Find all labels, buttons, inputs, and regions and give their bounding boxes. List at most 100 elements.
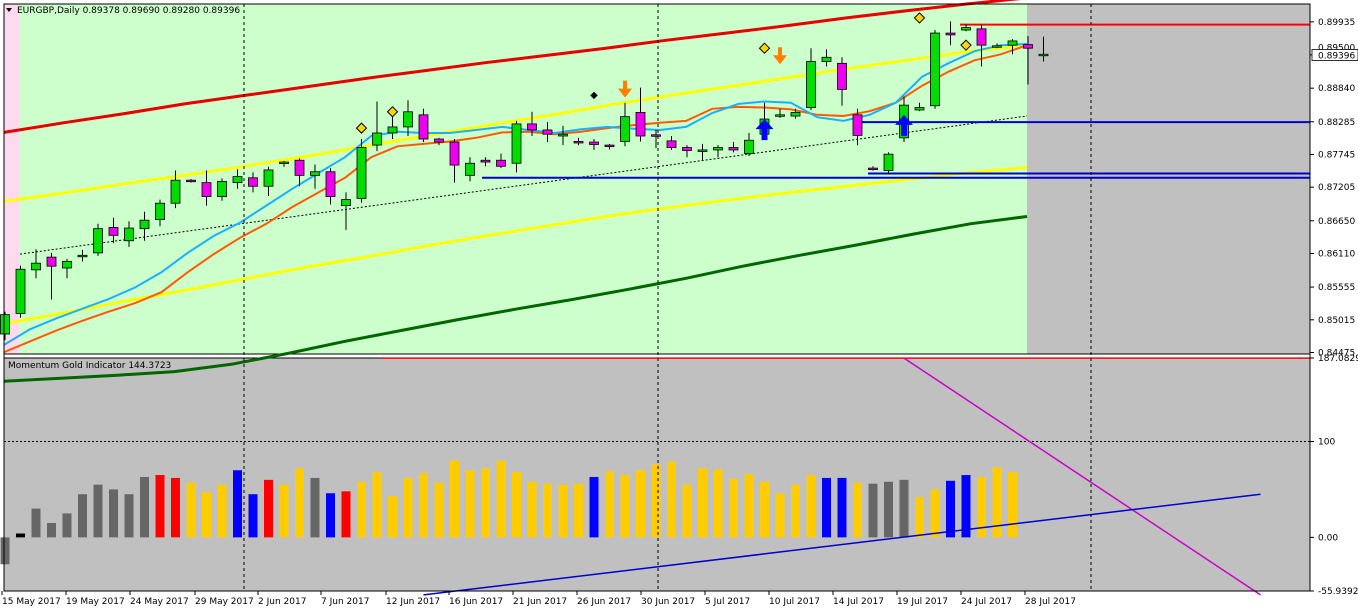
momentum-bar: [868, 483, 878, 538]
candle-body: [930, 32, 940, 107]
candle-body: [775, 114, 785, 117]
candle-body: [651, 134, 661, 137]
candle-body: [868, 167, 878, 171]
candle-body: [93, 228, 103, 254]
candle-body: [914, 107, 925, 111]
candle-body: [77, 254, 88, 258]
momentum-bar: [62, 513, 72, 538]
time-tick-label: 5 Jul 2017: [705, 597, 750, 607]
momentum-bar: [171, 477, 180, 538]
candle-body: [434, 138, 444, 143]
momentum-bar: [16, 533, 25, 538]
candle-body: [852, 114, 863, 136]
candle-body: [713, 147, 723, 151]
momentum-bar: [341, 491, 351, 538]
candle-body: [325, 171, 336, 197]
momentum-bar: [233, 470, 242, 538]
time-tick-label: 21 Jun 2017: [513, 597, 567, 607]
candle-body: [170, 179, 181, 204]
momentum-bar: [899, 479, 909, 538]
momentum-bar: [93, 484, 103, 538]
candle-body: [46, 256, 57, 267]
candle-body: [558, 133, 568, 137]
momentum-bar: [651, 464, 661, 538]
time-tick-label: 19 Jul 2017: [897, 597, 948, 607]
candle-body: [31, 262, 41, 271]
candle-body: [527, 123, 537, 131]
momentum-bar: [930, 489, 940, 538]
candle-body: [62, 260, 72, 269]
momentum-bar: [140, 476, 149, 538]
candle-body: [124, 227, 134, 242]
momentum-bar: [295, 468, 304, 538]
indicator-tick-label: 187.0829: [1318, 354, 1358, 364]
price-tick-label: 0.89935: [1318, 18, 1355, 28]
time-tick-label: 2 Jun 2017: [258, 597, 306, 607]
candle-body: [372, 132, 382, 146]
time-tick-label: 10 Jul 2017: [769, 597, 820, 607]
candle-body: [682, 147, 692, 151]
candle-body: [992, 45, 1002, 48]
momentum-bar: [667, 461, 676, 538]
momentum-bar: [434, 482, 444, 538]
candle-body: [403, 111, 413, 128]
candle-body: [232, 176, 243, 184]
time-tick-label: 26 Jun 2017: [577, 597, 631, 607]
candle-body: [821, 56, 832, 62]
candle-body: [0, 314, 10, 335]
momentum-bar: [279, 484, 289, 538]
candle-body: [883, 153, 894, 171]
candle-body: [697, 149, 708, 152]
momentum-bar: [837, 477, 847, 538]
candle-body: [248, 177, 258, 187]
candle-body: [837, 62, 847, 90]
candle-body: [465, 162, 475, 176]
candle-body: [108, 227, 119, 236]
momentum-bar: [543, 483, 552, 538]
candle-body: [310, 171, 320, 176]
candle-body: [217, 181, 227, 197]
momentum-bar: [264, 479, 273, 538]
momentum-bar: [961, 475, 971, 538]
price-tick-label: 0.85555: [1318, 283, 1355, 293]
time-tick-label: 14 Jul 2017: [833, 597, 884, 607]
time-tick-label: 19 May 2017: [66, 597, 125, 607]
candle-body: [449, 141, 460, 166]
momentum-bar: [620, 475, 630, 538]
candle-body: [155, 202, 165, 220]
indicator-tick-label: 100: [1318, 437, 1335, 447]
momentum-bar: [403, 477, 413, 538]
candle-body: [728, 147, 739, 151]
momentum-bar: [481, 468, 490, 538]
time-tick-label: 30 Jun 2017: [641, 597, 695, 607]
candle-body: [604, 144, 615, 147]
candle-body: [1023, 44, 1033, 49]
candle-body: [279, 161, 289, 164]
time-tick-label: 28 Jul 2017: [1025, 597, 1076, 607]
trading-chart-window[interactable]: 0.899350.893900.888400.882850.877450.872…: [0, 0, 1358, 611]
chart-svg[interactable]: 0.899350.893900.888400.882850.877450.872…: [0, 0, 1358, 611]
candle-body: [1007, 40, 1018, 46]
candle-body: [294, 159, 305, 176]
momentum-bar: [698, 468, 707, 538]
momentum-bar: [450, 460, 459, 538]
time-tick-label: 15 May 2017: [2, 597, 61, 607]
candle-body: [387, 126, 398, 134]
momentum-bar: [791, 484, 800, 538]
momentum-bar: [760, 481, 769, 538]
indicator-title: Momentum Gold Indicator 144.3723: [8, 361, 171, 371]
momentum-bar: [605, 471, 614, 538]
momentum-bar: [31, 508, 41, 538]
candle-body: [496, 159, 506, 167]
momentum-bar: [326, 493, 335, 538]
candle-body: [263, 169, 274, 187]
momentum-bar: [636, 470, 645, 538]
candle-body: [480, 159, 491, 163]
candle-body: [635, 111, 646, 137]
candle-body: [589, 141, 599, 145]
price-tick-label: 0.87205: [1318, 183, 1355, 193]
momentum-bar: [806, 475, 816, 538]
momentum-bar: [946, 480, 955, 538]
candle-body: [976, 28, 987, 46]
candle-body: [806, 61, 816, 108]
